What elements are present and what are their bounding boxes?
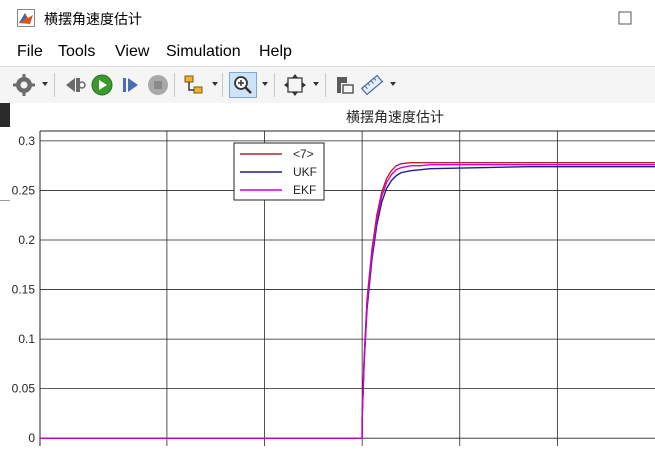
gear-dropdown-icon[interactable] [42,82,48,86]
stop-icon[interactable] [146,73,170,97]
toolbar-separator [325,73,326,97]
scope-plot-area: 0 0.05 0.1 0.15 0.2 0.25 0.3 横摆角速度估计 <7> UKF EKF [0,103,655,451]
grid-layer [39,130,655,451]
menu-bar: File Tools View Simulation Help [0,36,655,66]
gear-icon[interactable] [12,73,36,97]
toolbar [0,66,655,104]
zoom-in-button[interactable] [229,72,257,98]
side-divider [0,200,10,201]
window-title: 横摆角速度估计 [44,12,142,28]
run-icon[interactable] [90,73,114,97]
menu-simulation[interactable]: Simulation [166,43,241,61]
menu-view[interactable]: View [115,43,149,61]
toolbar-separator [222,73,223,97]
matlab-icon [17,9,35,27]
close-icon[interactable] [615,8,635,28]
toolbar-separator [274,73,275,97]
ytick-label: 0.25 [12,183,36,197]
fit-to-view-icon[interactable] [283,73,307,97]
step-forward-icon[interactable] [119,73,143,97]
menu-file[interactable]: File [17,43,43,61]
title-bar: 横摆角速度估计 [0,0,655,37]
measure-dropdown-icon[interactable] [390,82,396,86]
ytick-label: 0.3 [18,134,35,148]
menu-help[interactable]: Help [259,43,292,61]
legend[interactable]: <7> UKF EKF [233,142,325,201]
chart-title: 横摆角速度估计 [346,110,444,126]
scope-chart[interactable]: 0 0.05 0.1 0.15 0.2 0.25 0.3 横摆角速度估计 <7> UKF EKF [0,103,655,451]
side-edge [0,103,10,127]
menu-tools[interactable]: Tools [58,43,95,61]
series-line-1 [40,162,655,439]
series-layer [40,162,655,439]
legend-label: <7> [293,147,314,161]
step-back-icon[interactable] [62,73,86,97]
ytick-label: 0 [28,431,35,445]
measure-icon[interactable] [360,73,384,97]
signal-dropdown-icon[interactable] [212,82,218,86]
ytick-label: 0.2 [18,233,35,247]
toolbar-separator [174,73,175,97]
highlight-block-icon[interactable] [333,73,357,97]
fit-dropdown-icon[interactable] [313,82,319,86]
ytick-label: 0.1 [18,332,35,346]
signal-select-icon[interactable] [182,73,206,97]
ytick-layer: 0 0.05 0.1 0.15 0.2 0.25 0.3 [12,134,36,445]
legend-label: EKF [293,183,316,197]
zoom-in-icon [234,76,252,94]
series-line-3 [40,163,655,439]
ytick-label: 0.15 [12,283,36,297]
zoom-dropdown-icon[interactable] [262,82,268,86]
legend-label: UKF [293,165,317,179]
toolbar-separator [54,73,55,97]
series-line-2 [40,165,655,439]
ytick-label: 0.05 [12,382,36,396]
